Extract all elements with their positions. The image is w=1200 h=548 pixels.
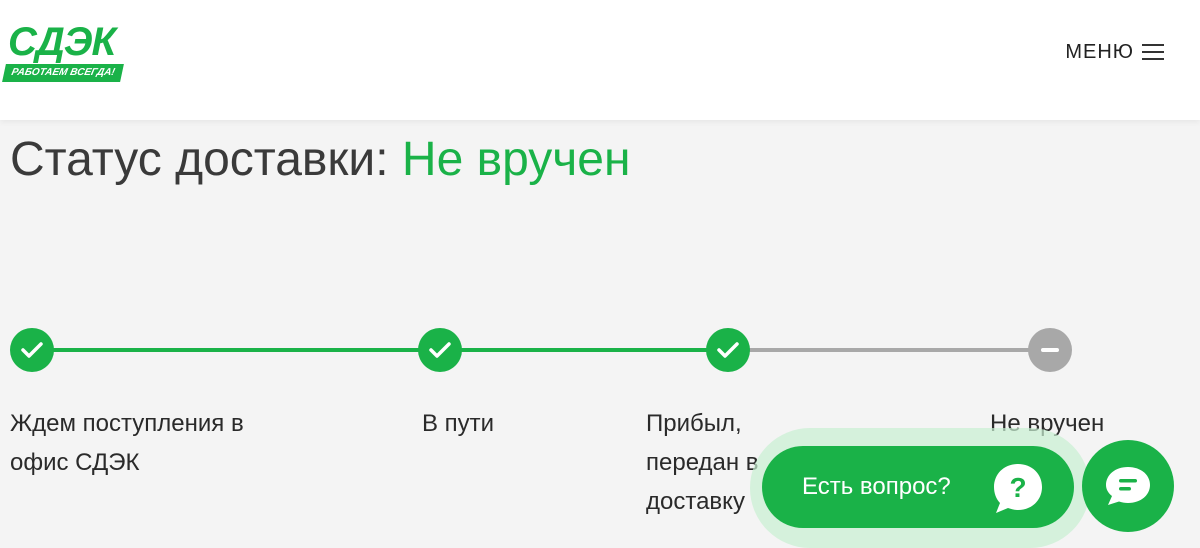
step-1-check-icon: [10, 328, 54, 372]
delivery-progress-track: [0, 326, 1200, 374]
step-4-minus-icon: [1028, 328, 1072, 372]
step-2-label: В пути: [422, 410, 495, 437]
step-3-check-icon: [706, 328, 750, 372]
chat-button[interactable]: [1082, 440, 1174, 532]
title-prefix: Статус доставки:: [10, 133, 389, 186]
logo-tagline: РАБОТАЕМ ВСЕГДА!: [2, 64, 124, 82]
menu-button[interactable]: МЕНЮ: [1065, 38, 1164, 66]
title-status: Не вручен: [401, 133, 631, 186]
site-header: СДЭК РАБОТАЕМ ВСЕГДА! МЕНЮ: [0, 0, 1200, 120]
svg-text:?: ?: [1009, 472, 1026, 503]
step-1-label: Ждем поступления в офис СДЭК: [10, 410, 244, 476]
page-title: Статус доставки: Не вручен: [10, 132, 630, 187]
cdek-logo[interactable]: СДЭК РАБОТАЕМ ВСЕГДА!: [2, 20, 128, 84]
question-bubble-icon: ?: [994, 464, 1042, 513]
chat-icon: [1106, 467, 1150, 505]
progress-line-pending: [728, 348, 1050, 352]
step-2-check-icon: [418, 328, 462, 372]
menu-label: МЕНЮ: [1065, 40, 1134, 63]
ask-question-label: Есть вопрос?: [802, 473, 951, 500]
ask-question-button[interactable]: Есть вопрос? ?: [762, 446, 1074, 528]
logo-wordmark: СДЭК: [8, 20, 116, 64]
progress-line-done: [32, 348, 728, 352]
step-3-label: Прибыл, передан в доставку: [646, 410, 759, 515]
hamburger-icon: [1142, 44, 1164, 60]
